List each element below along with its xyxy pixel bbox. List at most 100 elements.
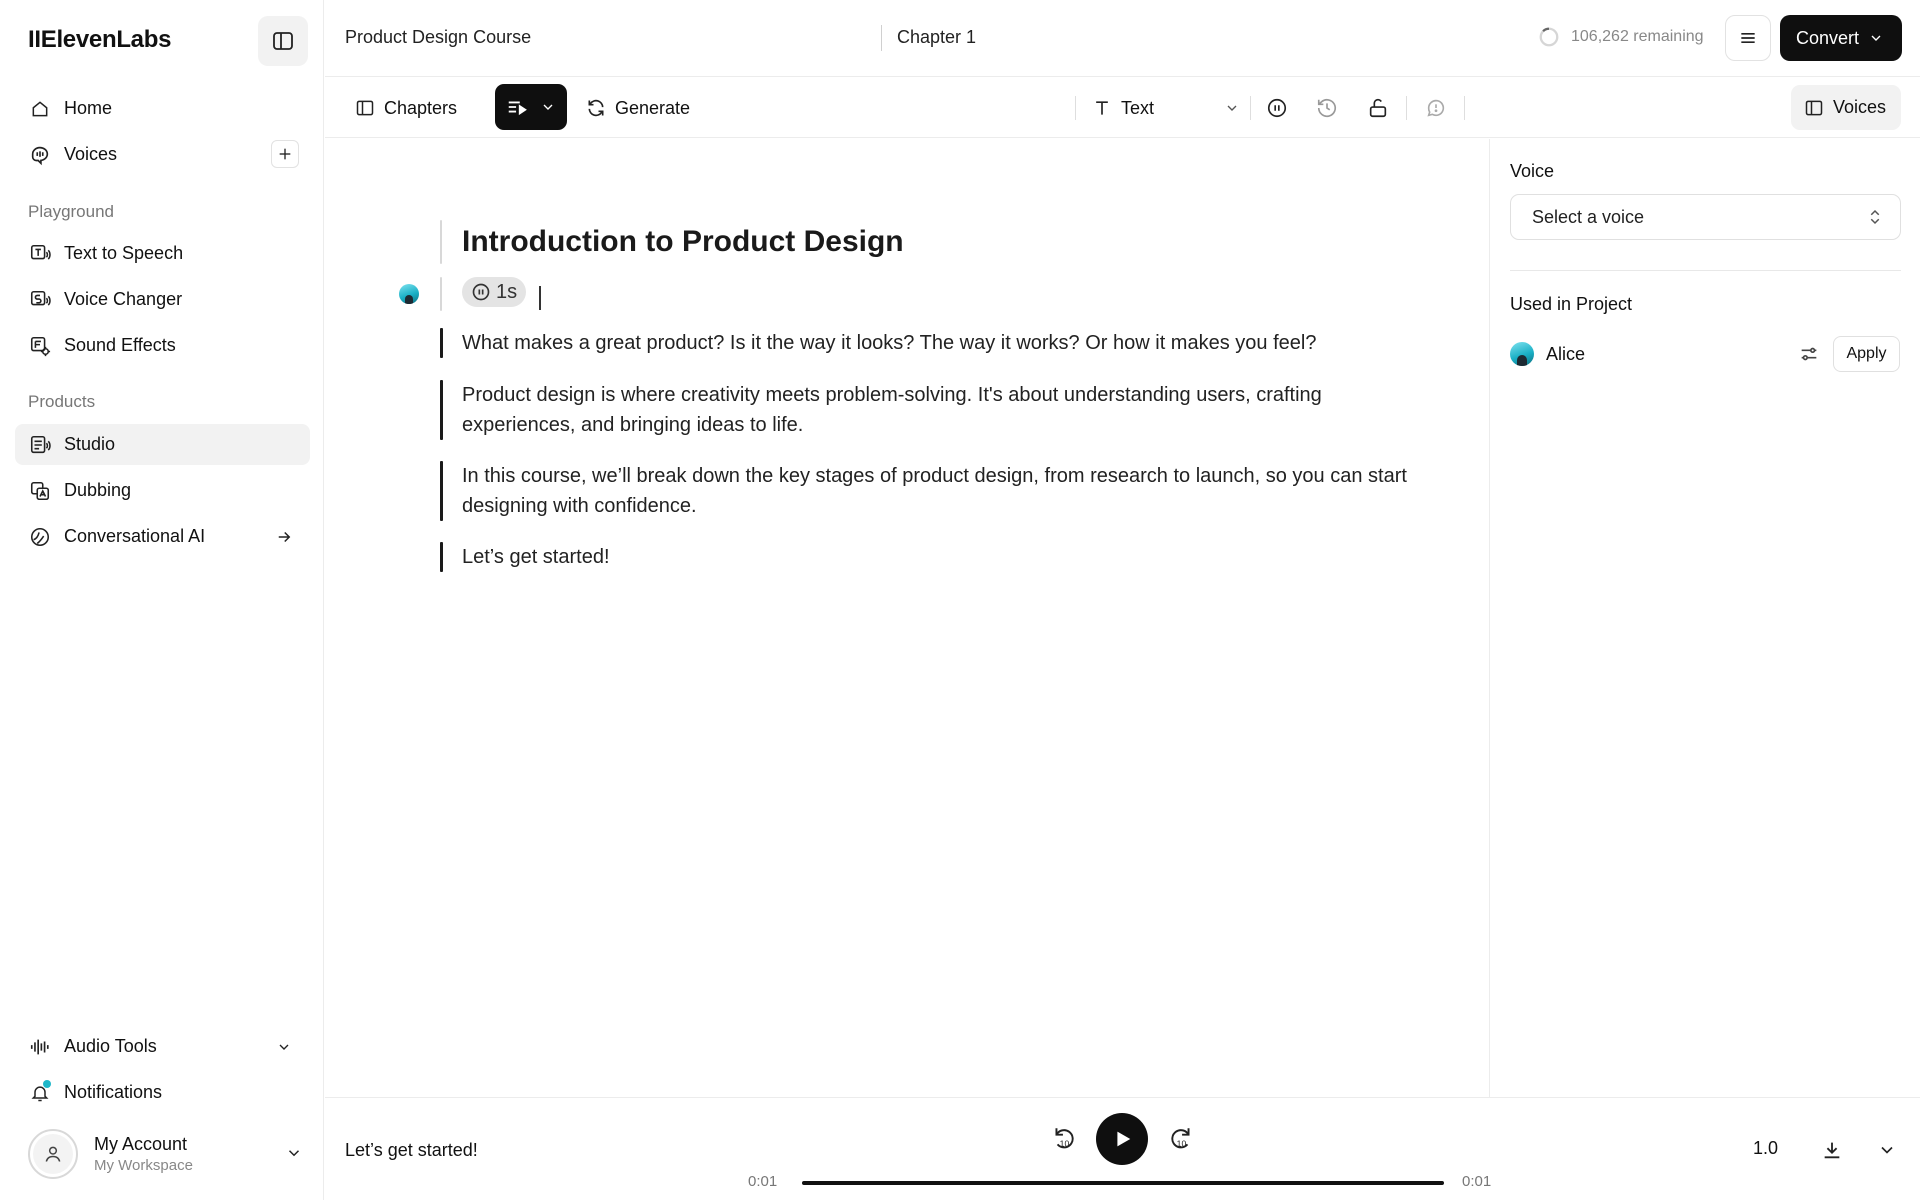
- remaining-text: 106,262 remaining: [1571, 28, 1704, 45]
- sidebar-item-label: Studio: [64, 434, 116, 454]
- toolbar-divider: [1075, 96, 1076, 120]
- svg-text:10: 10: [1060, 1139, 1070, 1149]
- voice-avatar[interactable]: [399, 284, 419, 304]
- total-time: 0:01: [1462, 1173, 1492, 1190]
- sidebar-item-sound-effects[interactable]: Sound Effects: [15, 325, 310, 366]
- chevron-down-icon: [1227, 105, 1237, 111]
- panel-left-icon: [1805, 100, 1823, 115]
- sidebar-item-studio[interactable]: Studio: [15, 424, 310, 465]
- conversational-ai-icon: [29, 526, 51, 548]
- unlock-icon[interactable]: [1366, 96, 1390, 120]
- playback-mode-button[interactable]: [495, 84, 567, 130]
- add-voice-button[interactable]: [271, 140, 299, 168]
- collapse-sidebar-button[interactable]: [258, 16, 308, 66]
- insert-pause-icon[interactable]: [1265, 96, 1289, 120]
- sidebar-item-label: Sound Effects: [64, 335, 176, 355]
- history-icon[interactable]: [1315, 96, 1339, 120]
- used-in-project-label: Used in Project: [1510, 294, 1633, 314]
- toolbar-divider: [1464, 96, 1465, 120]
- current-time: 0:01: [748, 1173, 778, 1190]
- download-icon[interactable]: [1820, 1138, 1844, 1162]
- paragraph-text[interactable]: Product design is where creativity meets…: [462, 380, 1440, 440]
- toolbar-divider: [1406, 96, 1407, 120]
- chapters-button[interactable]: Chapters: [355, 87, 457, 129]
- paragraph-block[interactable]: What makes a great product? Is it the wa…: [440, 328, 1440, 358]
- breadcrumb-project[interactable]: Product Design Course: [345, 27, 531, 48]
- sound-effects-icon: [29, 335, 51, 357]
- chevron-up-down-icon: [1870, 209, 1880, 225]
- sidebar-item-audio-tools[interactable]: Audio Tools: [15, 1026, 310, 1067]
- notification-badge: [43, 1079, 51, 1088]
- pause-icon: [472, 283, 490, 301]
- sliders-icon[interactable]: [1798, 343, 1820, 365]
- forward-10-icon[interactable]: 10: [1168, 1125, 1194, 1153]
- sidebar-item-voices[interactable]: Voices: [15, 134, 310, 175]
- divider: [1510, 270, 1901, 271]
- paragraph-text[interactable]: In this course, we’ll break down the key…: [462, 461, 1440, 521]
- user-icon: [45, 1146, 61, 1162]
- account-menu[interactable]: My Account My Workspace: [28, 1128, 303, 1180]
- chevron-down-icon[interactable]: [1875, 1138, 1899, 1162]
- voices-panel-button[interactable]: Voices: [1791, 85, 1901, 130]
- generate-label: Generate: [615, 97, 691, 118]
- menu-button[interactable]: [1725, 15, 1771, 61]
- credits-remaining[interactable]: 106,262 remaining: [1538, 26, 1704, 48]
- rewind-10-icon[interactable]: 10: [1051, 1125, 1077, 1153]
- sidebar-item-label: Notifications: [64, 1082, 163, 1102]
- chapter-title[interactable]: Introduction to Product Design: [462, 220, 1440, 264]
- text-type-dropdown[interactable]: Text: [1092, 87, 1240, 129]
- account-name: My Account: [94, 1134, 188, 1154]
- text-editor[interactable]: Introduction to Product Design 1s What m…: [325, 139, 1489, 1097]
- toolbar-divider: [1250, 96, 1251, 120]
- chapters-label: Chapters: [384, 97, 458, 118]
- play-button[interactable]: [1096, 1113, 1148, 1165]
- paragraph-block[interactable]: Let’s get started!: [440, 542, 1440, 572]
- plus-icon: [279, 148, 291, 160]
- block-bar: [440, 461, 443, 521]
- editor-toolbar: Chapters Generate Text Voices: [325, 77, 1920, 138]
- sidebar-item-notifications[interactable]: Notifications: [15, 1072, 310, 1113]
- voices-label: Voices: [1833, 97, 1887, 117]
- sidebar-item-conversational-ai[interactable]: Conversational AI: [15, 516, 310, 557]
- pause-chip[interactable]: 1s: [462, 277, 527, 307]
- sidebar-item-voice-changer[interactable]: Voice Changer: [15, 279, 310, 320]
- elevenlabs-logo[interactable]: IIElevenLabs: [28, 26, 171, 54]
- block-bar: [440, 380, 443, 440]
- play-icon: [1117, 1131, 1131, 1147]
- voice-select[interactable]: Select a voice: [1510, 194, 1901, 240]
- voice-avatar: [1510, 342, 1534, 366]
- block-bar: [440, 328, 443, 358]
- apply-voice-button[interactable]: Apply: [1833, 336, 1900, 372]
- products-section-label: Products: [28, 392, 96, 411]
- paragraph-text[interactable]: What makes a great product? Is it the wa…: [462, 328, 1440, 358]
- paragraph-block[interactable]: Product design is where creativity meets…: [440, 380, 1440, 440]
- sidebar-item-home[interactable]: Home: [15, 88, 310, 129]
- pause-block[interactable]: 1s: [440, 277, 1440, 311]
- sidebar-item-dubbing[interactable]: Dubbing: [15, 470, 310, 511]
- chapter-title-block[interactable]: Introduction to Product Design: [440, 220, 1440, 264]
- paragraph-block[interactable]: In this course, we’ll break down the key…: [440, 461, 1440, 521]
- chevron-down-icon[interactable]: [285, 1144, 303, 1162]
- chevron-down-icon: [1871, 35, 1881, 41]
- convert-button[interactable]: Convert: [1780, 15, 1902, 61]
- paragraph-text[interactable]: Let’s get started!: [462, 542, 1440, 572]
- generate-button[interactable]: Generate: [586, 87, 690, 129]
- sidebar-item-text-to-speech[interactable]: Text to Speech: [15, 233, 310, 274]
- playback-speed[interactable]: 1.0: [1753, 1138, 1778, 1159]
- sidebar-item-label: Audio Tools: [64, 1036, 157, 1056]
- comment-icon[interactable]: [1424, 96, 1448, 120]
- text-type-label: Text: [1121, 97, 1155, 118]
- breadcrumb-chapter[interactable]: Chapter 1: [897, 27, 976, 48]
- chevron-down-icon: [543, 104, 553, 110]
- arrow-right-icon[interactable]: [272, 525, 296, 549]
- dubbing-icon: [29, 480, 51, 502]
- progress-bar[interactable]: [802, 1181, 1444, 1185]
- text-cursor: [538, 285, 541, 310]
- text-format-icon: [1096, 101, 1108, 115]
- voices-panel: Voice Select a voice Used in Project Ali…: [1489, 139, 1920, 1097]
- playground-section-label: Playground: [28, 202, 115, 221]
- voice-name: Alice: [1546, 343, 1586, 364]
- chevron-down-icon[interactable]: [272, 1035, 296, 1059]
- sidebar-item-label: Text to Speech: [64, 243, 184, 263]
- project-voice-row[interactable]: Alice Apply: [1510, 336, 1901, 372]
